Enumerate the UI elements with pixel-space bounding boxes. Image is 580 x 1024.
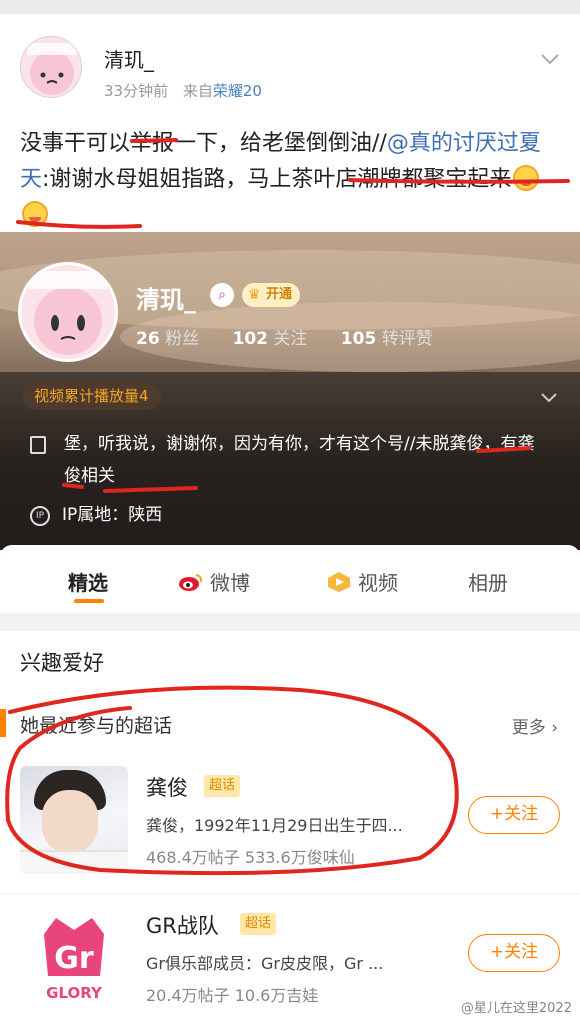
interests-section: 兴趣爱好 她最近参与的超话 更多 › 龚俊 超话 龚俊，1992年11月29日出… — [0, 631, 580, 1024]
reposts-count[interactable]: 105 — [341, 329, 377, 349]
post-meta: 33分钟前 来自荣耀20 — [104, 80, 262, 101]
tab-label: 微博 — [210, 571, 250, 595]
topic-description: Gr俱乐部成员：Gr皮皮限，Gr ... — [146, 954, 384, 973]
search-icon[interactable]: ⌕ — [210, 283, 234, 307]
supertopic-badge: 超话 — [204, 775, 241, 797]
ip-location: IP IP属地：陕西 — [30, 500, 162, 526]
topic-name[interactable]: 龚俊 — [146, 772, 188, 802]
topic-description: 龚俊，1992年11月29日出生于四... — [146, 816, 403, 835]
tab-featured[interactable]: 精选 — [68, 567, 108, 596]
chevron-down-icon[interactable] — [540, 50, 560, 69]
supertopics-subtitle: 她最近参与的超话 — [20, 715, 173, 737]
topic-stats: 468.4万帖子 533.6万俊味仙 — [146, 848, 355, 867]
subtitle-accent-bar — [0, 709, 6, 737]
tab-weibo[interactable]: 微博 — [178, 567, 250, 596]
weibo-post: 清玑_ 33分钟前 来自荣耀20 没事干可以举报一下，给老堡倒倒油//@真的讨厌… — [0, 0, 580, 232]
svg-text:GLORY: GLORY — [46, 984, 103, 1002]
emoji-icon — [513, 165, 540, 191]
reposts-label[interactable]: 转评赞 — [382, 329, 433, 349]
tab-video[interactable]: 视频 — [326, 567, 398, 596]
post-text-b: :谢谢水母姐姐指路，马上茶叶店潮牌都聚宝起来 — [42, 167, 512, 192]
post-author-avatar[interactable] — [20, 36, 82, 98]
supertopic-badge: 超话 — [240, 913, 277, 935]
topic-thumbnail[interactable] — [20, 766, 128, 874]
profile-tabs: 精选 微博 视频 相册 — [0, 545, 580, 613]
post-time: 33分钟前 — [104, 82, 169, 100]
profile-avatar[interactable] — [18, 262, 118, 362]
profile-header: 清玑_ ⌕ 开通 26 粉丝 102 关注 105 转评赞 视频累计播放量4 堡… — [0, 232, 580, 550]
follow-label[interactable]: 关注 — [273, 329, 307, 349]
follow-count[interactable]: 102 — [232, 329, 268, 349]
tab-label: 视频 — [358, 571, 398, 595]
section-title: 兴趣爱好 — [20, 651, 104, 675]
list-item[interactable]: 龚俊 超话 龚俊，1992年11月29日出生于四... 468.4万帖子 533… — [0, 756, 580, 886]
video-icon — [326, 571, 352, 593]
chevron-down-icon[interactable] — [540, 388, 558, 407]
fans-count[interactable]: 26 — [136, 329, 160, 349]
topic-name[interactable]: GR战队 — [146, 910, 219, 940]
weibo-icon — [178, 571, 204, 593]
follow-button[interactable]: +关注 — [468, 796, 560, 834]
post-body: 没事干可以举报一下，给老堡倒倒油//@真的讨厌过夏天:谢谢水母姐姐指路，马上茶叶… — [20, 126, 565, 234]
topic-stats: 20.4万帖子 10.6万吉娃 — [146, 986, 319, 1005]
profile-name: 清玑_ — [136, 286, 196, 314]
watermark: @星儿在这里2022 — [460, 1001, 572, 1016]
post-author-name[interactable]: 清玑_ — [104, 44, 154, 73]
emoji-icon — [22, 201, 48, 227]
ip-text: IP属地：陕西 — [62, 505, 163, 525]
svg-text:Gr: Gr — [54, 941, 94, 976]
tab-label: 精选 — [68, 571, 108, 595]
bio-text: 堡，听我说，谢谢你，因为有你，才有这个号//未脱龚俊，有龚俊相关 — [64, 434, 535, 486]
post-text-a: 没事干可以举报一下，给老堡倒倒油// — [20, 131, 387, 156]
ip-icon: IP — [30, 506, 50, 526]
vip-badge[interactable]: 开通 — [242, 283, 301, 307]
gr-logo[interactable]: Gr GLORY — [20, 904, 128, 1012]
post-device[interactable]: 荣耀20 — [213, 82, 262, 100]
tab-active-indicator — [74, 599, 104, 603]
follow-button[interactable]: +关注 — [468, 934, 560, 972]
profile-stats: 26 粉丝 102 关注 105 转评赞 — [136, 324, 461, 349]
profile-bio: 堡，听我说，谢谢你，因为有你，才有这个号//未脱龚俊，有龚俊相关 — [30, 428, 550, 492]
tab-album[interactable]: 相册 — [468, 567, 508, 596]
video-plays-badge[interactable]: 视频累计播放量4 — [22, 382, 161, 410]
more-link[interactable]: 更多 › — [512, 713, 558, 738]
fans-label[interactable]: 粉丝 — [165, 329, 199, 349]
tab-label: 相册 — [468, 571, 508, 595]
post-from-label: 来自 — [182, 82, 213, 100]
document-icon — [30, 436, 46, 454]
thumb-face-shape — [42, 790, 98, 854]
thumb-shirt-shape — [20, 850, 128, 874]
